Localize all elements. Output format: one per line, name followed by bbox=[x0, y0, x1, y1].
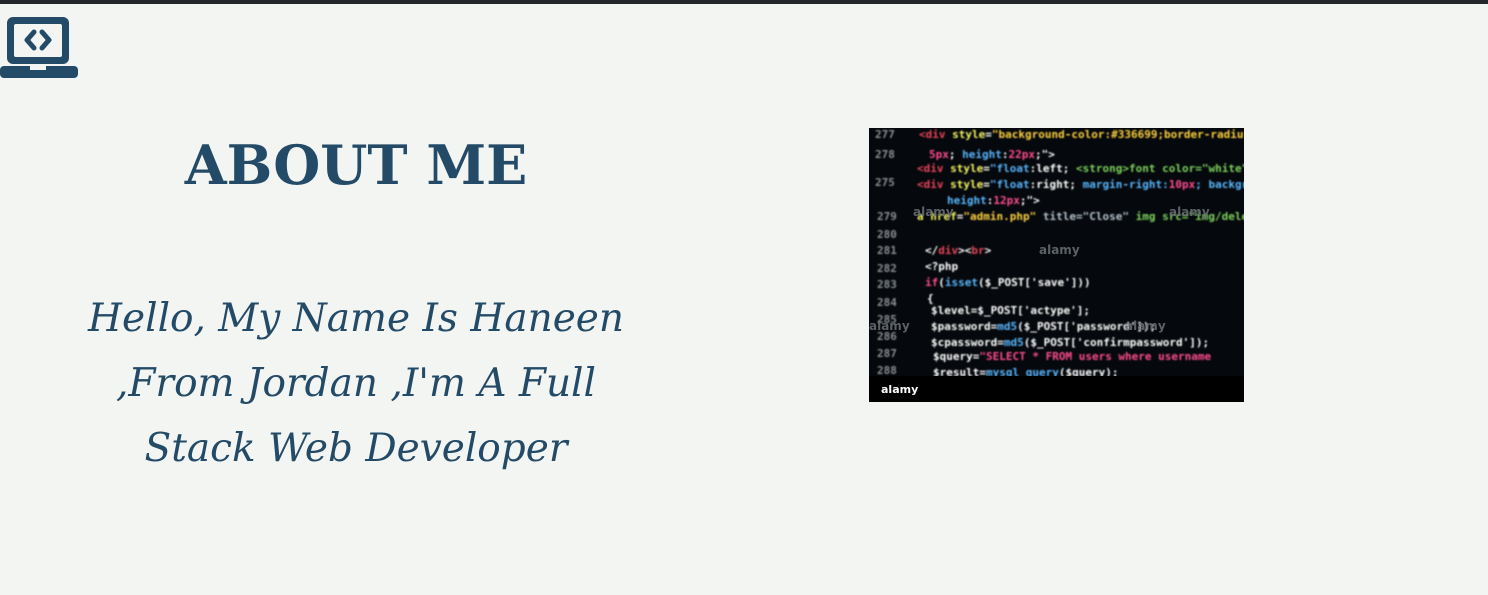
svg-text:alamy: alamy bbox=[913, 205, 954, 219]
svg-text:281: 281 bbox=[877, 244, 897, 257]
page-title: ABOUT ME bbox=[184, 133, 528, 197]
svg-text:288: 288 bbox=[877, 364, 897, 377]
svg-text:278: 278 bbox=[875, 148, 895, 161]
svg-text:$password=md5($_POST['password: $password=md5($_POST['password']); bbox=[931, 320, 1156, 333]
svg-text:height:12px;">: height:12px;"> bbox=[947, 194, 1040, 207]
svg-text:283: 283 bbox=[877, 278, 897, 291]
svg-text:alamy: alamy bbox=[869, 319, 910, 333]
svg-text:<div style="float:right; margi: <div style="float:right; margin-right:10… bbox=[917, 178, 1244, 191]
svg-text:275: 275 bbox=[875, 176, 895, 189]
svg-text:282: 282 bbox=[877, 262, 897, 275]
svg-text:$query="SELECT * FROM users wh: $query="SELECT * FROM users where userna… bbox=[933, 350, 1212, 363]
svg-text:284: 284 bbox=[877, 296, 897, 309]
svg-text:287: 287 bbox=[877, 347, 897, 360]
svg-text:5px; height:22px;">: 5px; height:22px;"> bbox=[929, 148, 1055, 161]
svg-text:if(isset($_POST['save'])): if(isset($_POST['save'])) bbox=[925, 276, 1091, 289]
svg-text:alamy: alamy bbox=[1169, 205, 1210, 219]
top-border bbox=[0, 0, 1488, 4]
svg-text:280: 280 bbox=[877, 228, 897, 241]
svg-text:</div><br>: </div><br> bbox=[925, 244, 992, 257]
svg-text:<div style="background-color:#: <div style="background-color:#336699;bor… bbox=[919, 128, 1244, 141]
code-screen-image: 277 278 275 279 280 281 282 283 284 285 … bbox=[869, 128, 1244, 402]
svg-text:<?php: <?php bbox=[925, 260, 958, 273]
svg-text:alamy: alamy bbox=[881, 383, 918, 396]
intro-text: Hello, My Name Is Haneen ,From Jordan ,I… bbox=[88, 296, 624, 471]
svg-text:<div style="float:left; <stron: <div style="float:left; <strong>font col… bbox=[917, 162, 1244, 175]
laptop-code-icon[interactable] bbox=[0, 14, 80, 80]
svg-text:alamy: alamy bbox=[1039, 243, 1080, 257]
svg-text:279: 279 bbox=[877, 210, 897, 223]
svg-text:277: 277 bbox=[875, 128, 895, 141]
svg-text:$level=$_POST['actype'];: $level=$_POST['actype']; bbox=[931, 304, 1090, 317]
svg-text:alamy: alamy bbox=[1125, 319, 1166, 333]
svg-text:$cpassword=md5($_POST['confirm: $cpassword=md5($_POST['confirmpassword']… bbox=[931, 336, 1209, 349]
